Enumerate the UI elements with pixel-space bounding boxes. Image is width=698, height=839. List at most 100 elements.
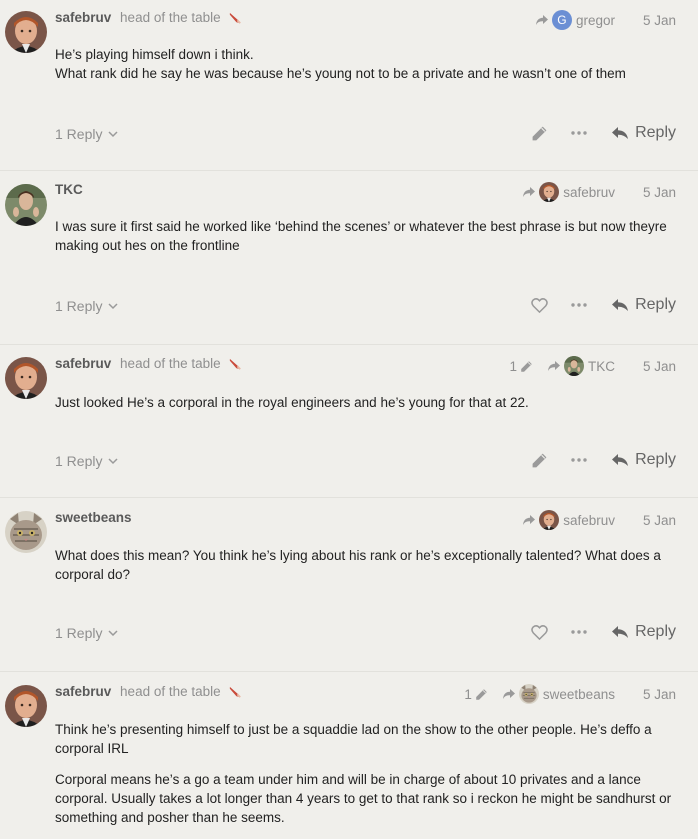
- reply-label: Reply: [635, 124, 676, 141]
- post-actions: 1 Reply Reply: [55, 623, 676, 645]
- show-replies-button[interactable]: 1 Reply: [55, 298, 118, 314]
- post-paragraph: What does this mean? You think he’s lyin…: [55, 548, 661, 582]
- username[interactable]: sweetbeans: [55, 510, 132, 525]
- reply-to-avatar: [539, 510, 559, 530]
- reply-button[interactable]: Reply: [611, 451, 676, 469]
- replies-count: 1 Reply: [55, 298, 103, 314]
- reply-to-link[interactable]: safebruv: [522, 510, 615, 530]
- user-avatar[interactable]: [5, 511, 47, 553]
- replies-count: 1 Reply: [55, 453, 103, 469]
- reply-to-link[interactable]: safebruv: [522, 182, 615, 202]
- reply-icon: [611, 126, 629, 140]
- flair-icon: [228, 356, 243, 371]
- heart-icon[interactable]: [531, 624, 548, 641]
- post-paragraph: Corporal means he’s a go a team under hi…: [55, 772, 672, 825]
- reply-icon: [611, 453, 629, 467]
- edit-count: 1: [509, 358, 517, 374]
- chevron-down-icon: [108, 458, 118, 465]
- show-replies-button[interactable]: 1 Reply: [55, 126, 118, 142]
- reply-to-link[interactable]: G gregor: [535, 10, 615, 30]
- reply-label: Reply: [635, 296, 676, 313]
- post-meta: TKC safebruv 5 Jan: [55, 182, 676, 200]
- reply-label: Reply: [635, 451, 676, 468]
- reply-to-name: safebruv: [563, 184, 615, 200]
- show-replies-button[interactable]: 1 Reply: [55, 453, 118, 469]
- reply-to-avatar: [519, 684, 539, 704]
- user-avatar[interactable]: [5, 184, 47, 226]
- flair-icon: [228, 10, 243, 25]
- reply-arrow-icon: [547, 360, 561, 372]
- chevron-down-icon: [108, 131, 118, 138]
- user-avatar[interactable]: [5, 685, 47, 727]
- chevron-down-icon: [108, 630, 118, 637]
- post-date[interactable]: 5 Jan: [643, 13, 676, 28]
- post-body: Think he’s presenting himself to just be…: [55, 720, 676, 839]
- post-meta: safebruv head of the table G gregor 5 Ja…: [55, 10, 676, 30]
- edit-history-button[interactable]: 1: [464, 687, 488, 702]
- post-actions: 1 Reply Reply: [55, 124, 676, 146]
- chevron-down-icon: [108, 303, 118, 310]
- post-date[interactable]: 5 Jan: [643, 513, 676, 528]
- reply-to-name: safebruv: [563, 512, 615, 528]
- post-paragraph: I was sure it first said he worked like …: [55, 219, 667, 253]
- reply-icon: [611, 298, 629, 312]
- post-body: Just looked He’s a corporal in the royal…: [55, 393, 676, 424]
- post-paragraph: He’s playing himself down i think. What …: [55, 47, 626, 81]
- reply-arrow-icon: [535, 14, 549, 26]
- pencil-icon: [520, 360, 533, 373]
- username[interactable]: safebruv: [55, 356, 111, 371]
- heart-icon[interactable]: [531, 297, 548, 314]
- reply-to-link[interactable]: sweetbeans: [502, 684, 615, 704]
- pencil-icon: [475, 688, 488, 701]
- username[interactable]: safebruv: [55, 10, 111, 25]
- post: safebruv head of the table 1 TKC 5 Jan J…: [0, 345, 698, 498]
- reply-button[interactable]: Reply: [611, 124, 676, 142]
- post-actions: 1 Reply Reply: [55, 296, 676, 318]
- replies-count: 1 Reply: [55, 625, 103, 641]
- reply-to-link[interactable]: TKC: [547, 356, 615, 376]
- user-title: head of the table: [120, 356, 221, 371]
- post-meta: safebruv head of the table 1 sweetbeans …: [55, 684, 676, 702]
- post-paragraph: Think he’s presenting himself to just be…: [55, 722, 652, 756]
- post-body: What does this mean? You think he’s lyin…: [55, 546, 676, 596]
- username[interactable]: safebruv: [55, 684, 111, 699]
- user-avatar[interactable]: [5, 11, 47, 53]
- reply-to-avatar: G: [551, 10, 572, 30]
- reply-to-name: sweetbeans: [542, 686, 615, 702]
- user-avatar[interactable]: [5, 357, 47, 399]
- post-meta: safebruv head of the table 1 TKC 5 Jan: [55, 356, 676, 374]
- reply-button[interactable]: Reply: [611, 623, 676, 641]
- more-options-icon[interactable]: [571, 458, 587, 462]
- post: safebruv head of the table 1 sweetbeans …: [0, 672, 698, 829]
- edit-history-button[interactable]: 1: [509, 359, 533, 374]
- show-replies-button[interactable]: 1 Reply: [55, 625, 118, 641]
- post: TKC safebruv 5 Jan I was sure it first s…: [0, 171, 698, 345]
- user-title: head of the table: [120, 10, 221, 25]
- post-meta: sweetbeans safebruv 5 Jan: [55, 510, 676, 528]
- post-date[interactable]: 5 Jan: [643, 185, 676, 200]
- edit-icon[interactable]: [531, 125, 548, 142]
- edit-count: 1: [464, 686, 472, 702]
- reply-to-avatar: [539, 182, 559, 202]
- post: safebruv head of the table G gregor 5 Ja…: [0, 0, 698, 171]
- more-options-icon[interactable]: [571, 630, 587, 634]
- post-date[interactable]: 5 Jan: [643, 687, 676, 702]
- post-date[interactable]: 5 Jan: [643, 359, 676, 374]
- post-body: He’s playing himself down i think. What …: [55, 45, 676, 95]
- reply-to-name: TKC: [587, 358, 615, 374]
- more-options-icon[interactable]: [571, 303, 587, 307]
- flair-icon: [228, 684, 243, 699]
- edit-icon[interactable]: [531, 452, 548, 469]
- post: sweetbeans safebruv 5 Jan What does this…: [0, 498, 698, 672]
- reply-arrow-icon: [522, 186, 536, 198]
- post-paragraph: Just looked He’s a corporal in the royal…: [55, 395, 529, 410]
- username[interactable]: TKC: [55, 182, 83, 197]
- more-options-icon[interactable]: [571, 131, 587, 135]
- reply-button[interactable]: Reply: [611, 296, 676, 314]
- reply-to-avatar: [564, 356, 584, 376]
- reply-arrow-icon: [522, 514, 536, 526]
- post-actions: 1 Reply Reply: [55, 451, 676, 473]
- reply-label: Reply: [635, 623, 676, 640]
- post-body: I was sure it first said he worked like …: [55, 217, 676, 267]
- reply-arrow-icon: [502, 688, 516, 700]
